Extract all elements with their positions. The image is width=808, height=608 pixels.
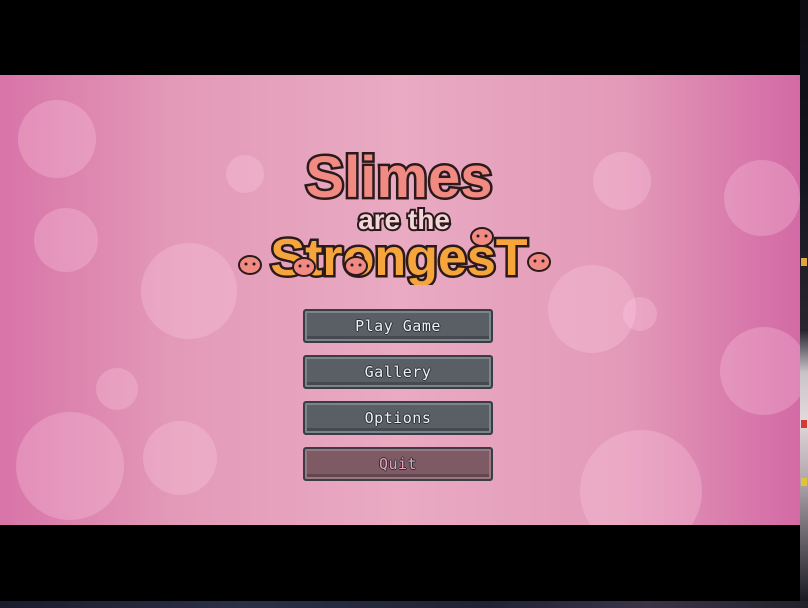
game-viewport: Slimes are the StrongesT Play Game Galle… bbox=[0, 75, 800, 525]
background-bubble bbox=[580, 430, 702, 525]
background-bubble bbox=[96, 368, 138, 410]
background-bubble bbox=[34, 208, 98, 272]
background-bubble bbox=[720, 327, 800, 415]
gallery-label: Gallery bbox=[364, 363, 432, 381]
play-game-button[interactable]: Play Game bbox=[303, 309, 493, 343]
gallery-button[interactable]: Gallery bbox=[303, 355, 493, 389]
quit-button[interactable]: Quit bbox=[303, 447, 493, 481]
slime-icon bbox=[344, 256, 368, 276]
letterbox-bottom bbox=[0, 525, 800, 601]
edge-mark bbox=[801, 420, 807, 428]
letterbox-top bbox=[0, 0, 800, 75]
quit-label: Quit bbox=[378, 455, 418, 473]
title-line-1: Slimes bbox=[306, 145, 493, 210]
background-bubble bbox=[143, 421, 217, 495]
background-bubble bbox=[724, 160, 800, 236]
options-button[interactable]: Options bbox=[303, 401, 493, 435]
background-window-edge bbox=[800, 0, 808, 601]
background-window-strip bbox=[0, 601, 808, 608]
play-game-label: Play Game bbox=[355, 317, 441, 335]
game-logo: Slimes are the StrongesT bbox=[238, 143, 551, 285]
slime-icon bbox=[527, 252, 551, 272]
background-bubble bbox=[141, 243, 237, 339]
slime-icon bbox=[292, 257, 316, 277]
options-label: Options bbox=[364, 409, 432, 427]
edge-mark bbox=[801, 478, 807, 486]
background-bubble bbox=[623, 297, 657, 331]
background-bubble bbox=[18, 100, 96, 178]
background-bubble bbox=[16, 412, 124, 520]
background-bubble bbox=[593, 152, 651, 210]
slime-icon bbox=[470, 227, 494, 247]
edge-mark bbox=[801, 258, 807, 266]
slime-icon bbox=[238, 255, 262, 275]
